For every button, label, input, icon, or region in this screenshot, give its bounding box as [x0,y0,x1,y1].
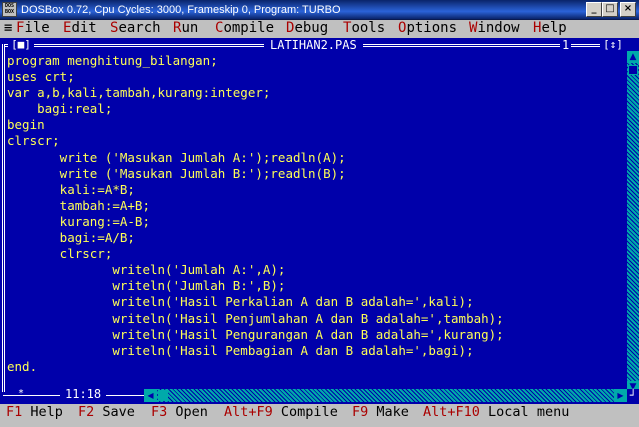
editor-window: [■] LATIHAN2.PAS 1 [↕] program menghitun… [0,38,639,404]
scroll-up-arrow-icon[interactable]: ▲ [627,51,639,63]
vertical-scroll-thumb[interactable] [628,65,638,75]
scroll-left-arrow-icon[interactable]: ◀ [144,389,157,402]
dosbox-window: DOS BOX DOSBox 0.72, Cpu Cycles: 3000, F… [0,0,639,427]
menu-file[interactable]: File [16,20,50,38]
dosbox-app-icon[interactable]: DOS BOX [2,2,17,17]
modified-indicator: * [18,388,25,399]
fkey-make[interactable]: F9 Make [352,404,409,424]
code-line[interactable]: bagi:=A/B; [7,230,622,246]
fkey-save[interactable]: F2 Save [78,404,135,424]
fkey-key: Alt+F9 [224,404,273,420]
cursor-position: 11:18 [60,387,107,401]
window-titlebar[interactable]: DOS BOX DOSBox 0.72, Cpu Cycles: 3000, F… [0,0,639,20]
code-line[interactable]: write ('Masukan Jumlah A:');readln(A); [7,150,622,166]
editor-close-box[interactable]: [■] [8,39,34,51]
editor-window-number: 1 [560,38,572,53]
vertical-scrollbar[interactable]: ▲ ▼ [627,51,639,393]
menu-label: ompile [223,20,275,36]
code-line[interactable]: writeln('Hasil Perkalian A dan B adalah=… [7,294,622,310]
menu-search[interactable]: Search [110,20,161,38]
window-title: DOSBox 0.72, Cpu Cycles: 3000, Frameskip… [21,4,341,16]
code-line[interactable]: end. [7,359,622,375]
code-line[interactable]: kali:=A*B; [7,182,622,198]
resize-corner-icon[interactable]: ┘ [627,389,639,404]
code-line[interactable]: writeln('Jumlah A:',A); [7,262,622,278]
fkey-label: Local menu [488,404,570,420]
code-line[interactable]: writeln('Hasil Pengurangan A dan B adala… [7,327,622,343]
menu-run[interactable]: Run [173,20,198,38]
menu-label: un [181,20,199,36]
horizontal-scroll-thumb[interactable] [158,390,168,401]
maximize-button[interactable]: □ [602,2,618,17]
menu-window[interactable]: Window [469,20,520,38]
editor-frame-left [2,44,5,392]
menu-debug[interactable]: Debug [286,20,328,38]
close-button[interactable]: × [620,2,636,17]
menu-bar: ≡ File Edit Search Run Compile Debug Too… [0,20,639,38]
fkey-key: F1 [6,404,23,420]
code-line[interactable]: writeln('Hasil Penjumlahan A dan B adala… [7,311,622,327]
menu-label: indow [477,20,520,36]
code-line[interactable]: writeln('Hasil Pembagian A dan B adalah=… [7,343,622,359]
horizontal-scrollbar[interactable]: ◀ ▶ [144,389,627,402]
fkey-label: Open [175,404,208,420]
menu-label: ile [24,20,50,36]
menu-compile[interactable]: Compile [215,20,274,38]
menu-tools[interactable]: Tools [343,20,385,38]
fkey-label: Compile [280,404,338,420]
fkey-local-menu[interactable]: Alt+F10 Local menu [423,404,569,424]
fkey-help[interactable]: F1 Help [6,404,63,424]
fkey-key: F3 [151,404,168,420]
code-editor[interactable]: program menghitung_bilangan; uses crt; var… [7,53,622,389]
fkey-key: Alt+F10 [423,404,480,420]
menu-label: ptions [406,20,458,36]
editor-file-title: LATIHAN2.PAS [264,39,363,53]
menu-label: earch [118,20,161,36]
fkey-label: Save [102,404,135,420]
menu-label: ebug [294,20,329,36]
code-line[interactable]: uses crt; [7,69,622,85]
code-line[interactable]: writeln('Jumlah B:',B); [7,278,622,294]
menu-label: elp [541,20,567,36]
code-line[interactable]: program menghitung_bilangan; [7,53,622,69]
fkey-label: Help [30,404,63,420]
function-key-bar: F1 Help F2 Save F3 Open Alt+F9 Compile F… [0,404,639,427]
code-line[interactable]: kurang:=A-B; [7,214,622,230]
code-line[interactable]: var a,b,kali,tambah,kurang:integer; [7,85,622,101]
fkey-label: Make [376,404,409,420]
menu-help[interactable]: Help [533,20,567,38]
fkey-key: F9 [352,404,369,420]
minimize-button[interactable]: _ [586,2,602,17]
fkey-open[interactable]: F3 Open [151,404,208,424]
menu-options[interactable]: Options [398,20,457,38]
scroll-right-arrow-icon[interactable]: ▶ [614,389,627,402]
code-line[interactable]: tambah:=A+B; [7,198,622,214]
menu-label: ools [351,20,386,36]
code-line[interactable]: write ('Masukan Jumlah B:');readln(B); [7,166,622,182]
code-line[interactable]: clrscr; [7,133,622,149]
editor-zoom-box[interactable]: [↕] [600,39,626,51]
fkey-key: F2 [78,404,95,420]
menu-label: dit [71,20,97,36]
system-menu-icon[interactable]: ≡ [4,20,12,38]
fkey-compile[interactable]: Alt+F9 Compile [224,404,338,424]
code-line[interactable]: bagi:real; [7,101,622,117]
code-line[interactable]: clrscr; [7,246,622,262]
menu-edit[interactable]: Edit [63,20,97,38]
code-line[interactable]: begin [7,117,622,133]
